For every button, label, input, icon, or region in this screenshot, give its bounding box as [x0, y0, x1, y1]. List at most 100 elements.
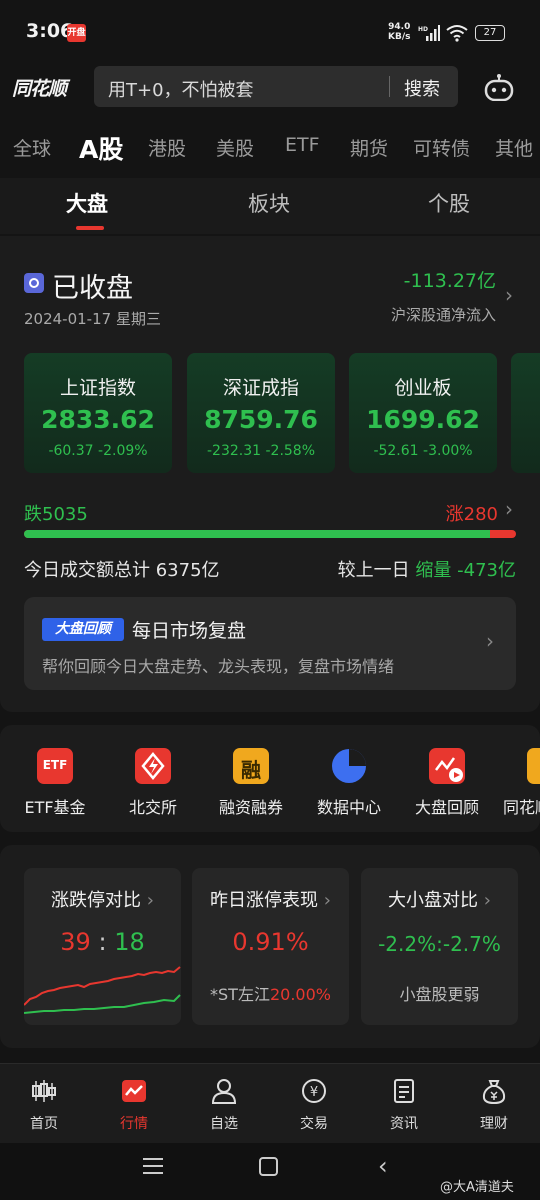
status-bar: 3:06 开盘 94.0 KB/s HD 27	[0, 0, 540, 64]
market-status-title: 已收盘	[52, 273, 133, 304]
shortcut-label: 北交所	[128, 798, 177, 817]
shortcut-bse[interactable]: 北交所	[103, 748, 203, 818]
tab-etf[interactable]: ETF	[285, 134, 320, 156]
subtab-overview[interactable]: 大盘	[66, 188, 108, 218]
home-icon[interactable]	[259, 1157, 278, 1176]
daily-review-banner[interactable]: 大盘回顾 每日市场复盘 帮你回顾今日大盘走势、龙头表现，复盘市场情绪 ›	[24, 597, 516, 690]
tab-convertible[interactable]: 可转债	[413, 134, 470, 161]
limit-title: 涨跌停对比	[51, 890, 142, 911]
wifi-icon	[446, 24, 468, 46]
etf-icon-text: ETF	[42, 758, 68, 772]
size-description: 小盘股更弱	[399, 985, 480, 1004]
limit-up-count: 39	[60, 928, 91, 956]
northbound-label[interactable]: 沪深股通净流入	[360, 304, 496, 325]
northbound-net-inflow[interactable]: -113.27亿	[380, 266, 496, 293]
shortcut-etf[interactable]: ETF ETF基金	[5, 748, 105, 818]
app-logo[interactable]: 同花顺	[12, 74, 67, 101]
limit-compare-card[interactable]: 涨跌停对比 › 39 : 18	[24, 868, 181, 1025]
search-bar[interactable]: 用T+0，不怕被套 搜索	[94, 66, 458, 107]
back-icon[interactable]: ‹	[378, 1152, 388, 1180]
subtab-sectors[interactable]: 板块	[248, 188, 290, 218]
rise-value: 280	[463, 504, 498, 525]
margin-icon: 融	[233, 748, 269, 784]
advancing-count[interactable]: 涨280	[430, 500, 498, 526]
search-input[interactable]: 用T+0，不怕被套	[108, 76, 254, 102]
shortcut-label: ETF基金	[24, 798, 86, 817]
tab-a-shares[interactable]: A股	[79, 130, 123, 166]
index-card-chinext[interactable]: 创业板 1699.62 -52.61 -3.00%	[349, 353, 497, 473]
menu-icon[interactable]	[143, 1158, 163, 1179]
stat-title: 涨跌停对比 ›	[24, 886, 181, 912]
index-change: -232.31 -2.58%	[187, 443, 335, 459]
index-change-abs: -60.37	[48, 443, 94, 459]
yesterday-title: 昨日涨停表现	[210, 890, 319, 911]
index-card-partial[interactable]	[511, 353, 540, 473]
tab-global[interactable]: 全球	[13, 134, 51, 161]
money-bag-icon	[482, 1080, 506, 1105]
index-value: 1699.62	[366, 405, 480, 434]
market-chart-icon	[122, 1080, 146, 1102]
shortcut-data-center[interactable]: 数据中心	[299, 748, 399, 818]
index-change-pct: -2.09%	[98, 443, 148, 459]
index-card-shenzhen[interactable]: 深证成指 8759.76 -232.31 -2.58%	[187, 353, 335, 473]
index-name: 深证成指	[222, 377, 299, 399]
shortcut-label: 数据中心	[316, 798, 381, 817]
nav-label: 交易	[300, 1116, 328, 1132]
hd-label: HD	[418, 26, 428, 33]
rise-label: 涨	[445, 504, 464, 525]
nav-wealth[interactable]: 理财	[459, 1078, 529, 1133]
shortcut-market-review[interactable]: 大盘回顾	[397, 748, 497, 818]
chevron-right-icon: ›	[323, 890, 331, 911]
nav-label: 资讯	[390, 1116, 418, 1132]
declining-count[interactable]: 跌5035	[24, 500, 88, 526]
limit-ratio: 39 : 18	[24, 928, 181, 956]
index-card-shanghai[interactable]: 上证指数 2833.62 -60.37 -2.09%	[24, 353, 172, 473]
index-change-pct: -3.00%	[423, 443, 473, 459]
index-change-pct: -2.58%	[265, 443, 316, 459]
tab-us[interactable]: 美股	[216, 134, 254, 161]
market-open-badge: 开盘	[67, 24, 86, 42]
yesterday-top-stock: *ST左江20.00%	[192, 981, 349, 1005]
index-change: -60.37 -2.09%	[24, 443, 172, 459]
index-value: 8759.76	[204, 405, 318, 434]
nav-label: 首页	[30, 1116, 58, 1132]
chevron-right-icon[interactable]: ›	[505, 497, 513, 521]
compare-label: 较上一日	[337, 560, 410, 581]
compare-value: -473亿	[457, 560, 516, 581]
robot-assistant-icon[interactable]	[483, 73, 515, 101]
turnover-value: 6375亿	[155, 560, 220, 581]
nav-watchlist[interactable]: 自选	[189, 1078, 259, 1133]
tab-other[interactable]: 其他	[495, 134, 533, 161]
turnover-total: 今日成交额总计 6375亿	[24, 556, 220, 582]
subtab-stocks[interactable]: 个股	[428, 188, 470, 218]
compare-status: 缩量	[415, 560, 452, 581]
yesterday-value: 0.91%	[232, 928, 309, 956]
tab-futures[interactable]: 期货	[350, 134, 388, 161]
battery-indicator: 27	[475, 25, 505, 41]
yesterday-limit-card[interactable]: 昨日涨停表现 › 0.91% *ST左江20.00%	[192, 868, 349, 1025]
turnover-compare: 较上一日 缩量 -473亿	[270, 556, 516, 582]
turnover-label: 今日成交额总计	[24, 560, 150, 581]
nav-news[interactable]: 资讯	[369, 1078, 439, 1133]
nav-label: 行情	[120, 1116, 148, 1132]
index-change-abs: -232.31	[206, 443, 262, 459]
net-speed: 94.0 KB/s	[388, 22, 410, 42]
watermark: @大A清道夫	[440, 1180, 514, 1195]
size-compare-card[interactable]: 大小盘对比 › -2.2%:-2.7% 小盘股更弱	[361, 868, 518, 1025]
search-button[interactable]: 搜索	[404, 75, 440, 101]
shortcut-margin[interactable]: 融 融资融券	[201, 748, 301, 818]
chevron-right-icon[interactable]: ›	[505, 283, 513, 307]
fall-label: 跌	[24, 504, 42, 525]
chevron-right-icon: ›	[483, 890, 491, 911]
partial-icon	[527, 748, 540, 784]
nav-trade[interactable]: ¥ 交易	[279, 1078, 349, 1133]
shortcut-more[interactable]: 同花顺	[495, 748, 540, 818]
pie-chart-icon	[331, 748, 367, 784]
nav-home[interactable]: 首页	[9, 1078, 79, 1133]
search-divider	[389, 76, 390, 97]
stat-title: 大小盘对比 ›	[361, 886, 518, 912]
nav-market[interactable]: 行情	[99, 1078, 169, 1133]
tab-hk[interactable]: 港股	[148, 134, 186, 161]
fall-value: 5035	[42, 504, 88, 525]
review-badge: 大盘回顾	[42, 618, 124, 641]
